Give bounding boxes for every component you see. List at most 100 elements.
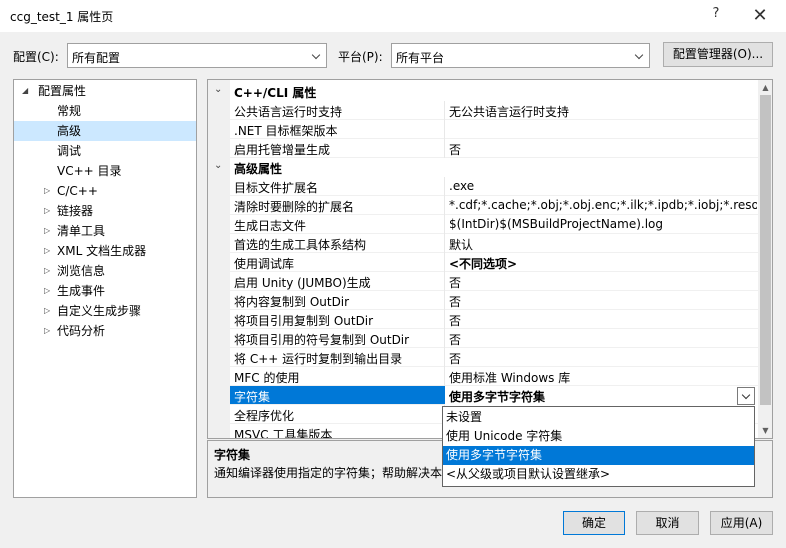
tree-item[interactable]: 调试: [14, 141, 196, 161]
property-tree: ◢ 配置属性 常规 高级 调试 VC++ 目录 ▷ C/C++ ▷ 链接器 ▷ 清单工具 ▷ XML …: [13, 79, 197, 498]
property-name: 目标文件扩展名: [234, 181, 319, 195]
property-value[interactable]: 否: [449, 141, 757, 158]
property-row[interactable]: 首选的生成工具体系结构 默认: [230, 234, 758, 253]
category-advanced[interactable]: ⌄ 高级属性: [208, 158, 758, 177]
property-row[interactable]: .NET 目标框架版本: [230, 120, 758, 139]
description-title: 字符集: [214, 448, 251, 462]
property-row[interactable]: 清除时要删除的扩展名 *.cdf;*.cache;*.obj;*.obj.enc;…: [230, 196, 758, 215]
charset-dropdown-list[interactable]: 未设置 使用 Unicode 字符集 使用多字节字符集 <从父级或项目默认设置继承>: [442, 406, 755, 487]
tree-item-root[interactable]: ◢ 配置属性: [14, 81, 196, 101]
tree-item-label: C/C++: [57, 184, 98, 198]
dropdown-option[interactable]: 使用多字节字符集: [443, 446, 754, 465]
tree-item-label: 生成事件: [57, 284, 106, 298]
expand-triangle-icon[interactable]: ▷: [44, 241, 50, 261]
tree-item-label: 常规: [57, 104, 82, 118]
property-row[interactable]: 目标文件扩展名 .exe: [230, 177, 758, 196]
ok-button[interactable]: 确定: [563, 511, 625, 535]
tree-item[interactable]: 常规: [14, 101, 196, 121]
tree-item[interactable]: ▷ 清单工具: [14, 221, 196, 241]
tree-item[interactable]: ▷ C/C++: [14, 181, 196, 201]
config-value: 所有配置: [72, 51, 121, 65]
property-row[interactable]: 将内容复制到 OutDir 否: [230, 291, 758, 310]
category-cpp-cli[interactable]: ⌄ C++/CLI 属性: [208, 82, 758, 101]
property-name: 公共语言运行时支持: [234, 105, 343, 119]
tree-item-label: 链接器: [57, 204, 94, 218]
tree-item[interactable]: ▷ XML 文档生成器: [14, 241, 196, 261]
column-divider: [444, 139, 445, 158]
tree-item[interactable]: ▷ 浏览信息: [14, 261, 196, 281]
property-name: MSVC 工具集版本: [234, 428, 333, 439]
tree-item[interactable]: 高级: [14, 121, 196, 141]
column-divider: [444, 329, 445, 348]
property-value[interactable]: 默认: [449, 236, 757, 253]
config-select[interactable]: 所有配置: [67, 43, 327, 68]
dropdown-option[interactable]: 未设置: [443, 408, 754, 427]
description-text: 通知编译器使用指定的字符集；帮助解决本: [214, 466, 443, 480]
expand-triangle-icon[interactable]: ▷: [44, 301, 50, 321]
scroll-down-icon[interactable]: ▼: [758, 423, 772, 438]
platform-select[interactable]: 所有平台: [391, 43, 650, 68]
charset-dropdown-button[interactable]: [737, 387, 755, 405]
property-row[interactable]: 公共语言运行时支持 无公共语言运行时支持: [230, 101, 758, 120]
chevron-down-icon: [308, 44, 326, 67]
property-value[interactable]: 否: [449, 293, 757, 310]
property-value[interactable]: 否: [449, 331, 757, 348]
scroll-thumb[interactable]: [760, 95, 771, 405]
property-grid: ⌄ C++/CLI 属性 公共语言运行时支持 无公共语言运行时支持 .NET 目标框…: [207, 79, 773, 439]
expanded-triangle-icon: ◢: [22, 86, 29, 95]
expand-triangle-icon[interactable]: ▷: [44, 221, 50, 241]
property-name: 启用托管增量生成: [234, 143, 331, 157]
expand-triangle-icon[interactable]: ▷: [44, 281, 50, 301]
property-row[interactable]: 启用托管增量生成 否: [230, 139, 758, 158]
property-value[interactable]: <不同选项>: [449, 255, 757, 272]
expand-triangle-icon[interactable]: ▷: [44, 181, 50, 201]
property-name: 清除时要删除的扩展名: [234, 200, 355, 214]
property-value[interactable]: 使用多字节字符集: [449, 388, 757, 405]
tree-item[interactable]: ▷ 代码分析: [14, 321, 196, 341]
expand-triangle-icon[interactable]: ▷: [44, 321, 50, 341]
tree-item[interactable]: ▷ 链接器: [14, 201, 196, 221]
property-value[interactable]: 否: [449, 312, 757, 329]
property-value[interactable]: .exe: [449, 179, 757, 193]
property-row[interactable]: MFC 的使用 使用标准 Windows 库: [230, 367, 758, 386]
property-value[interactable]: 使用标准 Windows 库: [449, 369, 757, 386]
dropdown-option[interactable]: 使用 Unicode 字符集: [443, 427, 754, 446]
title-bar: ccg_test_1 属性页 ? ✕: [0, 0, 786, 32]
property-row[interactable]: 将项目引用复制到 OutDir 否: [230, 310, 758, 329]
scroll-up-icon[interactable]: ▲: [758, 80, 772, 95]
tree-item-label: 代码分析: [57, 324, 106, 338]
tree-item[interactable]: VC++ 目录: [14, 161, 196, 181]
property-name: 使用调试库: [234, 257, 295, 271]
category-title: 高级属性: [234, 162, 283, 176]
property-row[interactable]: 生成日志文件 $(IntDir)$(MSBuildProjectName).log: [230, 215, 758, 234]
tree-item-label: VC++ 目录: [57, 164, 122, 178]
property-value[interactable]: 无公共语言运行时支持: [449, 103, 757, 120]
chevron-down-icon: [631, 44, 649, 67]
close-button[interactable]: ✕: [747, 5, 773, 27]
dropdown-option[interactable]: <从父级或项目默认设置继承>: [443, 465, 754, 484]
expand-triangle-icon[interactable]: ▷: [44, 201, 50, 221]
cancel-button[interactable]: 取消: [636, 511, 699, 535]
tree-item-label: XML 文档生成器: [57, 244, 147, 258]
tree-item-label: 调试: [57, 144, 82, 158]
tree-item[interactable]: ▷ 生成事件: [14, 281, 196, 301]
tree-item[interactable]: ▷ 自定义生成步骤: [14, 301, 196, 321]
property-value[interactable]: *.cdf;*.cache;*.obj;*.obj.enc;*.ilk;*.ip…: [449, 198, 757, 212]
tree-item-label: 高级: [57, 124, 82, 138]
apply-button[interactable]: 应用(A): [710, 511, 773, 535]
expand-triangle-icon[interactable]: ▷: [44, 261, 50, 281]
help-button[interactable]: ?: [706, 6, 726, 26]
property-value[interactable]: 否: [449, 350, 757, 367]
property-value[interactable]: $(IntDir)$(MSBuildProjectName).log: [449, 217, 757, 231]
property-value[interactable]: 否: [449, 274, 757, 291]
property-row[interactable]: 使用调试库 <不同选项>: [230, 253, 758, 272]
property-row[interactable]: 将 C++ 运行时复制到输出目录 否: [230, 348, 758, 367]
config-label: 配置(C):: [13, 50, 59, 64]
property-row[interactable]: 将项目引用的符号复制到 OutDir 否: [230, 329, 758, 348]
config-manager-button[interactable]: 配置管理器(O)...: [663, 42, 773, 67]
column-divider: [444, 291, 445, 310]
property-row[interactable]: 字符集 使用多字节字符集: [230, 386, 758, 405]
property-row[interactable]: 启用 Unity (JUMBO)生成 否: [230, 272, 758, 291]
vertical-scrollbar[interactable]: ▲ ▼: [758, 80, 772, 438]
column-divider: [444, 215, 445, 234]
